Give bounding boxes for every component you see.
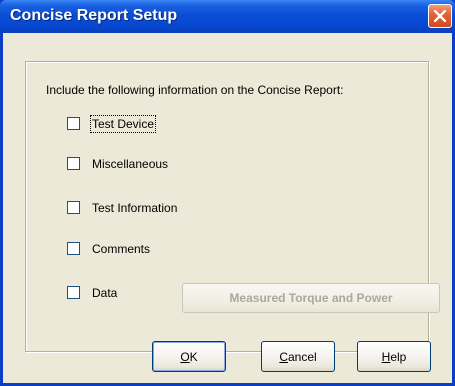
- measured-torque-power-button[interactable]: Measured Torque and Power: [182, 283, 440, 313]
- data-label: Data: [92, 286, 118, 300]
- cancel-label-rest: ancel: [287, 349, 317, 364]
- test-information-label: Test Information: [92, 201, 178, 215]
- test-device-label: Test Device: [89, 115, 157, 133]
- ok-label-rest: K: [189, 349, 198, 364]
- ok-button[interactable]: OK: [152, 341, 226, 372]
- comments-label: Comments: [92, 242, 151, 256]
- data-checkbox[interactable]: [67, 286, 80, 299]
- comments-checkbox[interactable]: [67, 242, 80, 255]
- cancel-accelerator: C: [279, 349, 288, 364]
- ok-accelerator: O: [180, 349, 190, 364]
- help-accelerator: H: [381, 349, 391, 364]
- title-bar[interactable]: Concise Report Setup: [0, 0, 455, 33]
- dialog-client-area: Include the following information on the…: [3, 33, 452, 383]
- test-information-checkbox[interactable]: [67, 201, 80, 214]
- miscellaneous-checkbox[interactable]: [67, 157, 80, 170]
- help-label-rest: elp: [390, 349, 407, 364]
- window-title: Concise Report Setup: [10, 7, 178, 24]
- dialog-window: Concise Report Setup Include the followi…: [0, 0, 455, 386]
- test-device-checkbox[interactable]: [67, 117, 80, 130]
- close-button[interactable]: [428, 4, 452, 28]
- cancel-button[interactable]: Cancel: [261, 341, 335, 372]
- close-icon: [434, 10, 446, 22]
- help-button[interactable]: Help: [357, 341, 431, 372]
- options-caption: Include the following information on the…: [46, 83, 344, 97]
- miscellaneous-label: Miscellaneous: [92, 157, 169, 171]
